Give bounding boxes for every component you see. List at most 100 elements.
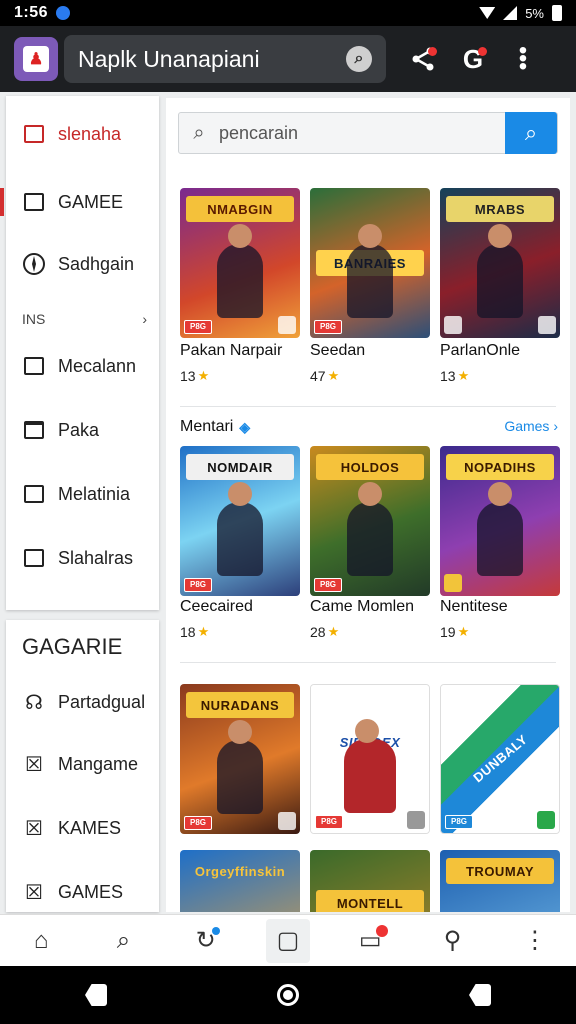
- game-title[interactable]: Pakan Narpair: [180, 342, 302, 360]
- game-card[interactable]: HOLDOS P8G: [310, 446, 430, 596]
- game-card[interactable]: MRABS: [440, 188, 560, 338]
- bookmark-icon[interactable]: [278, 812, 296, 830]
- game-badge: P8G: [445, 815, 473, 829]
- sidebar-group-item-label: Partadgual: [58, 691, 146, 712]
- rating-value: 28: [310, 624, 326, 640]
- game-card[interactable]: SIENDEX P8G: [310, 684, 430, 834]
- game-card[interactable]: NURADANS P8G: [180, 684, 300, 834]
- search-icon: ⌕: [524, 120, 538, 145]
- sidebar-item-active[interactable]: slenaha: [6, 110, 159, 158]
- star-icon: ★: [197, 624, 210, 639]
- bookmark-icon[interactable]: [278, 316, 296, 334]
- library-icon: ▢: [276, 927, 300, 954]
- compass-icon: [22, 252, 46, 276]
- game-badge: P8G: [314, 320, 342, 334]
- game-title[interactable]: Came Momlen: [310, 598, 432, 616]
- game-title[interactable]: ParlanOnle: [440, 342, 562, 360]
- more-button[interactable]: ⋮: [513, 919, 557, 963]
- inbox-button[interactable]: ▭: [348, 919, 392, 963]
- game-title[interactable]: Seedan: [310, 342, 432, 360]
- sidebar-item-paka[interactable]: Paka: [6, 406, 159, 454]
- recents-icon[interactable]: [469, 984, 491, 1006]
- sidebar-group-item-kames[interactable]: ☒ KAMES: [6, 804, 159, 852]
- rating-value: 13: [440, 368, 456, 384]
- rating-value: 13: [180, 368, 196, 384]
- play-icon[interactable]: [537, 811, 555, 829]
- sidebar-item-mecalann[interactable]: Mecalann: [6, 342, 159, 390]
- game-card[interactable]: MONTELL: [310, 850, 430, 912]
- google-button[interactable]: G: [448, 34, 498, 84]
- game-character: [347, 482, 393, 576]
- home-button[interactable]: ⌂: [19, 919, 63, 963]
- x-box-icon: ☒: [25, 881, 43, 904]
- window-icon: [22, 418, 46, 442]
- search-badge-icon[interactable]: ⌕: [346, 46, 372, 72]
- game-title[interactable]: Ceecaired: [180, 598, 302, 616]
- sidebar-section-label: INS: [22, 311, 46, 327]
- sidebar-item-label: GAMEE: [58, 191, 124, 212]
- star-icon: ★: [457, 368, 470, 383]
- section-header: Mentari ◈: [180, 418, 250, 436]
- status-icons: 5%: [479, 5, 562, 21]
- bookmark-icon[interactable]: [407, 811, 425, 829]
- profile-button[interactable]: ⚲: [431, 919, 475, 963]
- bookmark-icon[interactable]: [444, 316, 462, 334]
- notification-dot: [211, 926, 220, 935]
- search-input[interactable]: pencarain: [219, 123, 505, 144]
- game-character: [477, 224, 523, 318]
- more-menu-button[interactable]: • • •: [498, 34, 548, 84]
- sidebar-item-gamee[interactable]: GAMEE: [0, 178, 159, 226]
- search-bar[interactable]: ⌕ pencarain ⌕: [178, 112, 558, 154]
- library-button[interactable]: ▢: [265, 918, 310, 963]
- star-icon: ★: [327, 368, 340, 383]
- search-nav-button[interactable]: ⌕: [101, 919, 145, 963]
- mail-icon: [22, 190, 46, 214]
- section-more-link[interactable]: Games ›: [504, 418, 558, 434]
- more-icon: ⋮: [522, 927, 547, 954]
- game-card[interactable]: Orgeyffinskin: [180, 850, 300, 912]
- search-icon: ⌕: [116, 926, 131, 954]
- search-button[interactable]: ⌕: [505, 112, 557, 154]
- game-card[interactable]: TROUMAY: [440, 850, 560, 912]
- bottom-nav: ⌂ ⌕ ↻ ▢ ▭ ⚲ ⋮: [0, 914, 576, 966]
- sidebar-group-item-games[interactable]: ☒ GAMES: [6, 868, 159, 912]
- back-icon[interactable]: [85, 984, 107, 1006]
- screen: 1:56 5% ♟ Naplk Unanapiani ⌕ G • • • sle…: [0, 0, 576, 1024]
- share-button[interactable]: [398, 34, 448, 84]
- game-character: [477, 482, 523, 576]
- sidebar-active-label: slenaha: [58, 123, 122, 144]
- game-card[interactable]: NOMDAIR P8G: [180, 446, 300, 596]
- profile-icon: ⚲: [443, 927, 462, 954]
- sidebar-group-item-partadgual[interactable]: ☊ Partadgual: [6, 678, 159, 726]
- game-card[interactable]: NMABGIN P8G: [180, 188, 300, 338]
- game-title[interactable]: Nentitese: [440, 598, 562, 616]
- app-logo[interactable]: ♟: [14, 37, 58, 81]
- sidebar-group-item-mangame[interactable]: ☒ Mangame: [6, 740, 159, 788]
- game-rating: 28 ★: [310, 624, 339, 640]
- sidebar-section[interactable]: INS ›: [22, 311, 147, 327]
- refresh-button[interactable]: ↻: [184, 919, 228, 963]
- bookmark-icon[interactable]: [538, 316, 556, 334]
- home-circle-icon[interactable]: [277, 984, 299, 1006]
- hands-icon: ☊: [25, 691, 43, 714]
- game-logo: HOLDOS: [316, 454, 424, 480]
- home-icon: ⌂: [33, 926, 49, 954]
- game-logo: NMABGIN: [186, 196, 294, 222]
- game-character: [344, 719, 396, 813]
- shield-icon: ◈: [239, 418, 251, 435]
- x-box-icon: ☒: [25, 753, 43, 776]
- title-box[interactable]: Naplk Unanapiani ⌕: [64, 35, 386, 83]
- game-rating: 13 ★: [440, 368, 469, 384]
- system-nav: [0, 966, 576, 1024]
- app-title: Naplk Unanapiani: [78, 45, 260, 72]
- sidebar-item-slahalras[interactable]: Slahalras: [6, 534, 159, 582]
- game-card[interactable]: NOPADIHS: [440, 446, 560, 596]
- signal-icon: [503, 6, 518, 20]
- sidebar-group: GAGARIE ☊ Partadgual ☒ Mangame ☒ KAMES ☒…: [6, 620, 159, 912]
- wifi-icon: [479, 7, 496, 19]
- game-card[interactable]: BANRAIES P8G: [310, 188, 430, 338]
- game-logo: NURADANS: [186, 692, 294, 718]
- game-card[interactable]: DUNBALY P8G: [440, 684, 560, 834]
- sidebar-item-sadhgain[interactable]: Sadhgain: [6, 240, 159, 288]
- sidebar-item-melatinia[interactable]: Melatinia: [6, 470, 159, 518]
